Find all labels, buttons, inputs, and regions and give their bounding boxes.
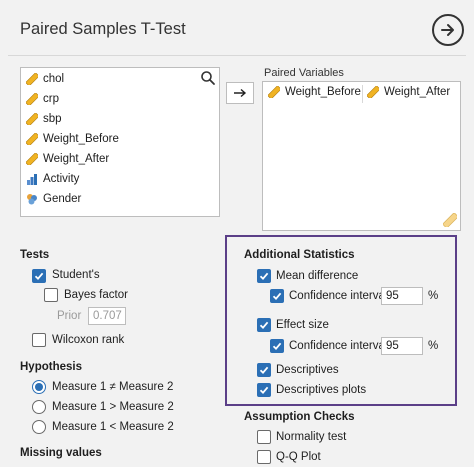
prior-label: Prior [57, 310, 82, 322]
arrow-right-icon [234, 88, 247, 98]
source-variable-list[interactable]: chol crp sbp Weight_Before Weight_After … [20, 67, 220, 217]
ci-unit-1: % [428, 290, 439, 302]
paired-variables-box[interactable] [262, 81, 461, 231]
students-checkbox[interactable] [32, 269, 46, 283]
checkmark-icon [34, 272, 44, 281]
list-item[interactable]: Weight_Before [26, 133, 119, 145]
variable-name: chol [43, 73, 65, 85]
ci-label-1: Confidence interval [289, 290, 388, 302]
arrow-right-icon [441, 24, 454, 36]
list-item[interactable]: chol [26, 73, 64, 85]
bayes-factor-checkbox[interactable] [44, 288, 58, 302]
continuous-ruler-icon [26, 73, 38, 85]
variable-name: crp [43, 93, 59, 105]
variable-name: Gender [43, 193, 82, 205]
list-item[interactable]: Gender [26, 193, 81, 205]
title-divider [8, 55, 466, 56]
mean-difference-label: Mean difference [276, 270, 359, 282]
descriptives-plots-checkbox[interactable] [257, 383, 271, 397]
hypothesis-radio-not-equal[interactable] [32, 380, 46, 394]
bayes-factor-label: Bayes factor [64, 289, 128, 301]
hypothesis-radio-less[interactable] [32, 420, 46, 434]
wilcoxon-checkbox[interactable] [32, 333, 46, 347]
prior-input[interactable]: 0.707 [88, 307, 126, 325]
effect-size-checkbox[interactable] [257, 318, 271, 332]
ci-checkbox-1[interactable] [270, 289, 284, 303]
variable-name: Weight_After [384, 86, 451, 98]
ci-unit-2: % [428, 340, 439, 352]
nominal-circles-icon [27, 194, 37, 205]
ci-label-2: Confidence interval [289, 340, 388, 352]
paired-item-1[interactable]: Weight_Before [268, 86, 361, 98]
ci-checkbox-2[interactable] [270, 339, 284, 353]
list-item[interactable]: sbp [26, 113, 62, 125]
qq-plot-checkbox[interactable] [257, 450, 271, 464]
variable-name: sbp [43, 113, 62, 125]
descriptives-label: Descriptives [276, 364, 339, 376]
ordinal-bars-icon [27, 174, 37, 185]
page-title: Paired Samples T-Test [20, 20, 186, 38]
hypothesis-radio-greater[interactable] [32, 400, 46, 414]
hypothesis-label: Measure 1 > Measure 2 [52, 401, 174, 413]
hypothesis-label: Measure 1 ≠ Measure 2 [52, 381, 174, 393]
variable-name: Weight_After [43, 153, 110, 165]
hypothesis-heading: Hypothesis [20, 361, 82, 373]
effect-size-label: Effect size [276, 319, 329, 331]
continuous-ruler-icon [268, 86, 280, 98]
checkmark-icon [259, 366, 269, 375]
list-item[interactable]: Activity [26, 173, 79, 185]
list-item[interactable]: Weight_After [26, 153, 109, 165]
ci-input-1[interactable]: 95 [381, 287, 423, 305]
list-item[interactable]: crp [26, 93, 59, 105]
missing-values-heading: Missing values [20, 447, 102, 459]
variable-name: Activity [43, 173, 80, 185]
continuous-ruler-icon [26, 133, 38, 145]
checkmark-icon [259, 386, 269, 395]
assumption-checks-heading: Assumption Checks [244, 411, 355, 423]
additional-statistics-heading: Additional Statistics [244, 249, 355, 261]
descriptives-plots-label: Descriptives plots [276, 384, 367, 396]
continuous-ruler-icon [367, 86, 379, 98]
checkmark-icon [272, 342, 282, 351]
continuous-ruler-icon [26, 113, 38, 125]
move-to-paired-button[interactable] [226, 82, 254, 104]
normality-test-checkbox[interactable] [257, 430, 271, 444]
checkmark-icon [272, 292, 282, 301]
search-icon[interactable] [200, 70, 216, 86]
wilcoxon-label: Wilcoxon rank [52, 334, 125, 346]
hypothesis-label: Measure 1 < Measure 2 [52, 421, 174, 433]
continuous-ruler-icon [26, 93, 38, 105]
continuous-ruler-icon [26, 153, 38, 165]
ci-input-2[interactable]: 95 [381, 337, 423, 355]
variable-name: Weight_Before [285, 86, 361, 98]
checkmark-icon [259, 272, 269, 281]
paired-item-2[interactable]: Weight_After [367, 86, 450, 98]
qq-plot-label: Q-Q Plot [276, 451, 321, 463]
paired-variables-label: Paired Variables [264, 67, 344, 79]
continuous-ruler-icon [443, 213, 457, 227]
variable-name: Weight_Before [43, 133, 119, 145]
run-arrow-button[interactable] [432, 14, 464, 46]
checkmark-icon [259, 321, 269, 330]
mean-difference-checkbox[interactable] [257, 269, 271, 283]
descriptives-checkbox[interactable] [257, 363, 271, 377]
pair-divider [362, 85, 363, 103]
tests-heading: Tests [20, 249, 50, 261]
normality-test-label: Normality test [276, 431, 347, 443]
students-label: Student's [52, 269, 100, 281]
